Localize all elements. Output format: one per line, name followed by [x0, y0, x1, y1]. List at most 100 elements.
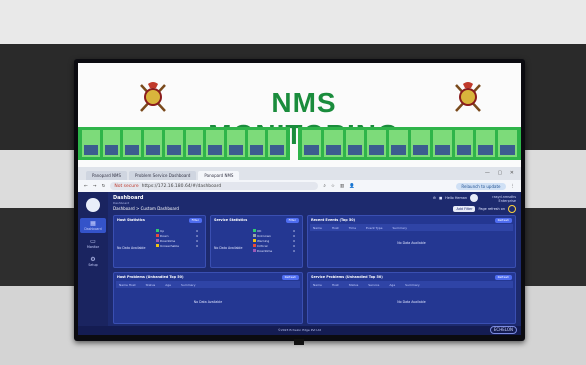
service-legend: OK 0 Unknown 0 Warning 0 Critical 0 Downtime…: [253, 229, 295, 254]
app-footer: ©2023 Echelon Edge Pvt Ltd ECHELON: [78, 326, 521, 335]
sidebar-item-label: Dashboard: [84, 227, 102, 231]
url-text[interactable]: https://172.16.180.64/#/dashboard: [142, 184, 222, 189]
recent-events-panel: Recent Events (Top 50) Refresh Name Host …: [307, 215, 516, 268]
main-content: Dashboard Dashboard Dashboard > Custom D…: [108, 192, 521, 326]
legend-swatch: [253, 239, 256, 242]
sidebar-item-setup[interactable]: ⚙ Setup: [80, 254, 106, 269]
legend-swatch: [156, 234, 159, 237]
sidebar-item-dashboard[interactable]: ▦ Dashboard: [80, 218, 106, 233]
browser-tab[interactable]: Panopard NMS: [86, 171, 128, 180]
add-filter-button[interactable]: Add Filter: [453, 206, 476, 212]
no-data-label: No Data Available: [214, 246, 243, 250]
sidebar-item-label: Monitor: [86, 245, 100, 249]
user-menu[interactable]: Hello Heman: [445, 196, 467, 200]
refresh-button[interactable]: Refresh: [494, 274, 512, 280]
column-header[interactable]: Service: [368, 283, 379, 287]
sidebar-item-monitor[interactable]: ▭ Monitor: [80, 236, 106, 251]
nms-banner: NMS MONITORING: [78, 63, 521, 167]
legend-label: Downtime: [160, 239, 176, 243]
browser-window: Panopard NMS Problem Service Dashboard P…: [78, 167, 521, 335]
refresh-button[interactable]: Refresh: [494, 217, 512, 223]
dashboard-grid: Host Statistics Filter No Data Available …: [113, 215, 516, 324]
legend-item: Downtime 0: [253, 249, 295, 254]
panel-filter-button[interactable]: Filter: [285, 217, 299, 223]
column-header[interactable]: Name: [313, 226, 322, 230]
legend-label: Unknown: [257, 234, 271, 238]
legend-swatch: [253, 234, 256, 237]
emblem-icon: [140, 82, 166, 112]
legend-label: Warning: [257, 239, 270, 243]
table-header: Name Host Time Event Type Summary: [310, 224, 513, 231]
star-icon[interactable]: ☆: [331, 184, 335, 189]
column-header[interactable]: Summary: [181, 283, 196, 287]
no-data-label: No Data Available: [117, 246, 146, 250]
not-secure-label[interactable]: Not secure: [114, 184, 138, 189]
column-header[interactable]: Status: [146, 283, 156, 287]
emblem-icon: [455, 82, 481, 112]
legend-label: Down: [160, 234, 169, 238]
grid-icon: ▦: [90, 220, 96, 227]
legend-label: Downtime: [257, 249, 273, 253]
header-controls: ⚙ ■ Hello Heman: [433, 194, 478, 202]
column-header[interactable]: Summary: [405, 283, 420, 287]
column-header[interactable]: Name Host: [119, 283, 136, 287]
legend-label: Up: [160, 229, 165, 233]
column-header[interactable]: Summary: [393, 226, 408, 230]
filter-controls: Add Filter Page refresh on: [453, 205, 516, 213]
legend-label: Critical: [257, 244, 268, 248]
legend-item: Unreachable 0: [156, 244, 198, 249]
gear-icon: ⚙: [90, 256, 96, 263]
host-statistics-panel: Host Statistics Filter No Data Available …: [113, 215, 206, 268]
menu-icon[interactable]: ⋮: [511, 184, 516, 189]
table-header: Name Host Status Age Summary: [116, 281, 300, 288]
relaunch-button[interactable]: Relaunch to update: [456, 182, 506, 190]
panel-title: Recent Events (Top 50): [311, 218, 356, 222]
bell-icon[interactable]: ■: [439, 196, 442, 200]
reload-icon[interactable]: ↻: [102, 184, 106, 189]
no-data-label: No Data Available: [193, 300, 223, 304]
tv-monitor: NMS MONITORING Panopard NMS Problem Serv…: [74, 59, 525, 341]
column-header[interactable]: Age: [389, 283, 395, 287]
tv-stand: [294, 339, 304, 345]
page-refresh-toggle[interactable]: [508, 205, 516, 213]
dashboard-app: ▦ Dashboard ▭ Monitor ⚙ Setup Dashboard: [78, 192, 521, 335]
page-refresh-label: Page refresh on: [478, 207, 505, 211]
zoom-icon[interactable]: ⌕: [323, 183, 326, 189]
column-header[interactable]: Host: [332, 226, 339, 230]
url-field[interactable]: Not secure https://172.16.180.64/#/dashb…: [110, 182, 319, 190]
column-header[interactable]: Status: [349, 283, 359, 287]
panel-title: Host Problems (Unhandled Top 50): [117, 275, 184, 279]
legend-swatch: [253, 244, 256, 247]
browser-tab[interactable]: Problem Service Dashboard: [129, 171, 197, 180]
sidebar-toggle-icon[interactable]: ▥: [340, 184, 344, 189]
column-header[interactable]: Time: [349, 226, 356, 230]
legend-label: Unreachable: [160, 244, 179, 248]
user-role: Enterprise: [498, 199, 516, 203]
column-header[interactable]: Name: [313, 283, 322, 287]
host-legend: Up 0 Down 0 Downtime 0 Unreachable 0: [156, 229, 198, 249]
service-problems-panel: Service Problems (Unhandled Top 50) Refre…: [307, 272, 516, 324]
panel-filter-button[interactable]: Filter: [188, 217, 202, 223]
panel-title: Service Statistics: [214, 218, 248, 222]
column-header[interactable]: Age: [165, 283, 171, 287]
column-header[interactable]: Host: [332, 283, 339, 287]
panel-title: Service Problems (Unhandled Top 50): [311, 275, 383, 279]
window-controls[interactable]: — ▢ ✕: [485, 170, 517, 176]
column-header[interactable]: Event Type: [366, 226, 382, 230]
network-rack-image: [298, 127, 521, 160]
page-header: Dashboard Dashboard Dashboard > Custom D…: [113, 194, 516, 213]
refresh-button[interactable]: Refresh: [281, 274, 299, 280]
legend-value: 0: [293, 249, 295, 253]
settings-icon[interactable]: ⚙: [433, 196, 436, 200]
panel-title: Host Statistics: [117, 218, 145, 222]
back-icon[interactable]: ←: [84, 184, 88, 189]
avatar[interactable]: [470, 194, 478, 202]
profile-icon[interactable]: 👤: [349, 184, 355, 189]
network-rack-image: [78, 127, 290, 160]
browser-tab-active[interactable]: Panopard NMS: [198, 171, 240, 180]
sidebar-item-label: Setup: [88, 263, 98, 267]
echelon-logo: ECHELON: [489, 326, 517, 334]
footer-text: ©2023 Echelon Edge Pvt Ltd: [277, 328, 322, 332]
app-logo: [86, 198, 100, 212]
forward-icon[interactable]: →: [93, 184, 97, 189]
